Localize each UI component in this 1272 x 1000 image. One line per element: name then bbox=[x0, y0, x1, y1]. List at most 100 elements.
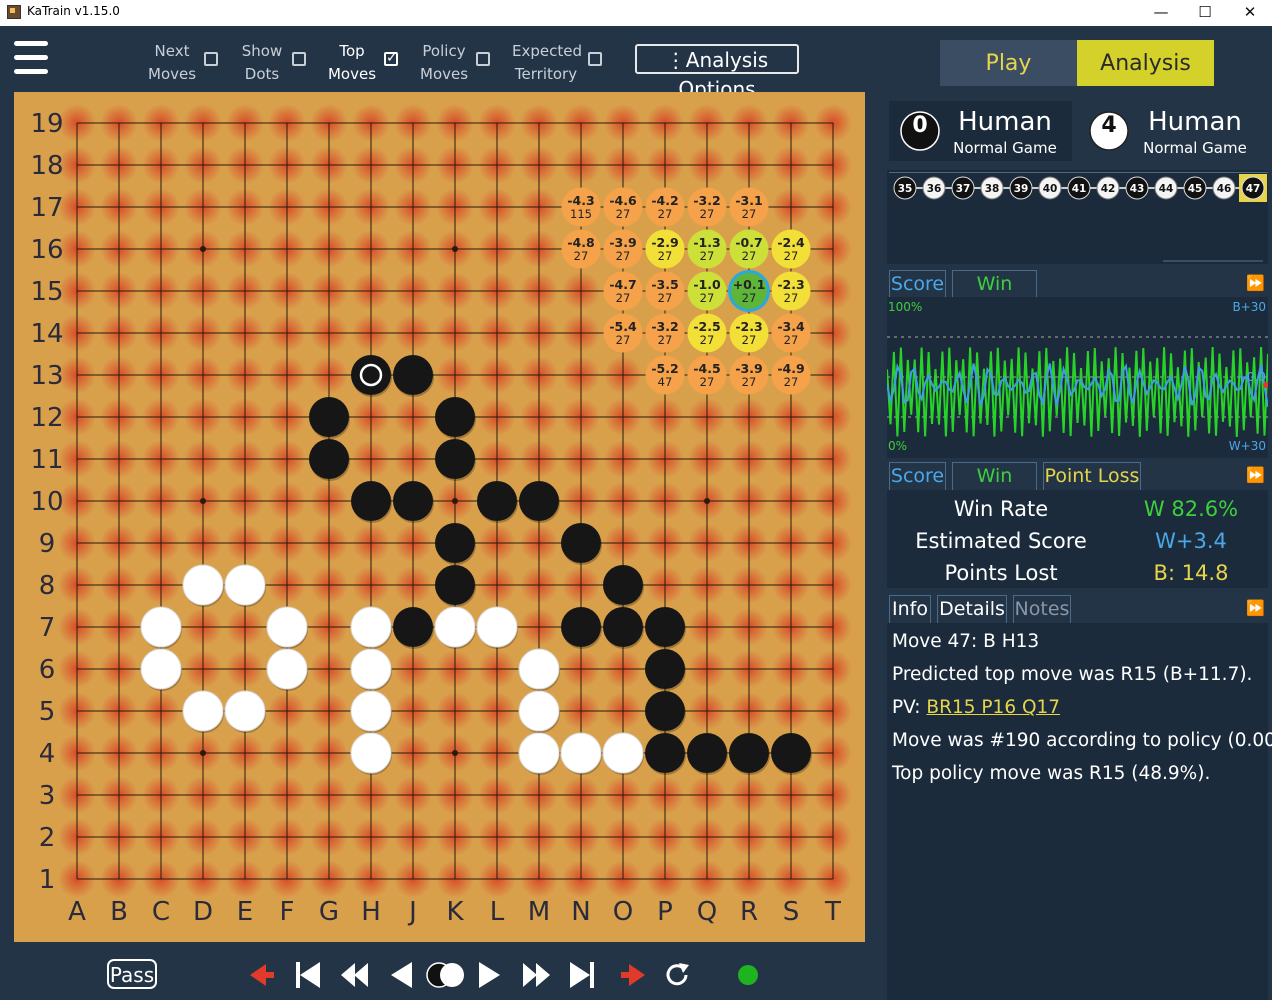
candidate-move-P14[interactable]: -3.227 bbox=[645, 313, 685, 353]
move-tree[interactable]: 35 36 37 38 39 40 41 42 43 44 45 46 47 bbox=[887, 170, 1268, 264]
graph-expand-icon[interactable]: ⏩ bbox=[1246, 274, 1265, 292]
white-stone-F6[interactable] bbox=[266, 648, 308, 690]
white-stone-D8[interactable] bbox=[182, 564, 224, 606]
candidate-move-P13[interactable]: -5.247 bbox=[645, 355, 685, 395]
turn-indicator-icon[interactable] bbox=[426, 962, 464, 988]
candidate-move-R16[interactable]: -0.727 bbox=[729, 229, 769, 269]
black-stone-K12[interactable] bbox=[435, 397, 475, 437]
go-board[interactable]: 19 18 17 16 15 14 13 12 11 10 9 8 7 6 5 4 3 2 1 A B C D E F G H J K L… bbox=[14, 92, 865, 942]
white-stone-N4[interactable] bbox=[560, 732, 602, 774]
black-stone-J10[interactable] bbox=[393, 481, 433, 521]
black-stone-J7[interactable] bbox=[393, 607, 433, 647]
candidate-move-O14[interactable]: -5.427 bbox=[603, 313, 643, 353]
candidate-move-O16[interactable]: -3.927 bbox=[603, 229, 643, 269]
toggle-policy-moves-label[interactable]: Policy Moves bbox=[420, 40, 468, 86]
white-stone-F7[interactable] bbox=[266, 606, 308, 648]
graph-tab-score[interactable]: Score bbox=[889, 270, 946, 297]
candidate-move-Q14[interactable]: -2.527 bbox=[687, 313, 727, 353]
candidate-move-S14[interactable]: -3.427 bbox=[771, 313, 811, 353]
black-stone-K9[interactable] bbox=[435, 523, 475, 563]
analysis-options-button[interactable]: ⋮Analysis Options bbox=[635, 44, 799, 101]
show-dots-checkbox[interactable] bbox=[292, 52, 306, 66]
forward-1-icon[interactable] bbox=[479, 962, 500, 988]
white-stone-D5[interactable] bbox=[182, 690, 224, 732]
candidate-move-P15[interactable]: -3.527 bbox=[645, 271, 685, 311]
candidate-move-O15[interactable]: -4.727 bbox=[603, 271, 643, 311]
top-moves-checkbox[interactable]: ✓ bbox=[384, 51, 398, 66]
forward-10-icon[interactable] bbox=[523, 963, 550, 987]
graph-tab-winrate[interactable]: Win Rate bbox=[952, 270, 1037, 321]
stats-expand-icon[interactable]: ⏩ bbox=[1246, 466, 1265, 484]
graph-canvas[interactable] bbox=[886, 297, 1269, 458]
candidate-move-O17[interactable]: -4.627 bbox=[603, 187, 643, 227]
expected-territory-checkbox[interactable] bbox=[588, 52, 602, 66]
candidate-move-S16[interactable]: -2.427 bbox=[771, 229, 811, 269]
black-stone-N9[interactable] bbox=[561, 523, 601, 563]
black-stone-H13[interactable] bbox=[351, 355, 391, 395]
candidate-move-S15[interactable]: -2.327 bbox=[771, 271, 811, 311]
black-stone-K8[interactable] bbox=[435, 565, 475, 605]
white-stone-K7[interactable] bbox=[434, 606, 476, 648]
candidate-move-P16[interactable]: -2.927 bbox=[645, 229, 685, 269]
white-stone-H7[interactable] bbox=[350, 606, 392, 648]
white-stone-E5[interactable] bbox=[224, 690, 266, 732]
toggle-show-dots-label[interactable]: Show Dots bbox=[240, 40, 284, 86]
last-move-icon[interactable] bbox=[570, 962, 594, 988]
candidate-move-Q13[interactable]: -4.527 bbox=[687, 355, 727, 395]
white-stone-M4[interactable] bbox=[518, 732, 560, 774]
candidate-move-R15[interactable]: +0.127 bbox=[728, 270, 770, 312]
black-stone-O8[interactable] bbox=[603, 565, 643, 605]
info-tab-details[interactable]: Details bbox=[937, 595, 1007, 623]
minimize-button[interactable]: — bbox=[1138, 0, 1184, 26]
black-stone-R4[interactable] bbox=[729, 733, 769, 773]
analysis-mode-button[interactable]: Analysis bbox=[1077, 40, 1214, 86]
toggle-top-moves-label[interactable]: Top Moves bbox=[327, 40, 377, 86]
candidate-move-P17[interactable]: -4.227 bbox=[645, 187, 685, 227]
move-tree-canvas[interactable]: 35 36 37 38 39 40 41 42 43 44 45 46 47 bbox=[887, 170, 1268, 210]
black-stone-G11[interactable] bbox=[309, 439, 349, 479]
black-stone-P7[interactable] bbox=[645, 607, 685, 647]
menu-hamburger-icon[interactable] bbox=[14, 41, 48, 75]
candidate-move-N17[interactable]: -4.3115 bbox=[561, 187, 601, 227]
toggle-expected-territory-label[interactable]: Expected Territory bbox=[512, 40, 582, 86]
close-button[interactable]: ✕ bbox=[1227, 0, 1272, 26]
back-1-icon[interactable] bbox=[391, 962, 412, 988]
black-stone-P4[interactable] bbox=[645, 733, 685, 773]
stats-tab-score[interactable]: Score bbox=[889, 462, 946, 490]
play-mode-button[interactable]: Play bbox=[940, 40, 1077, 86]
candidate-move-Q17[interactable]: -3.227 bbox=[687, 187, 727, 227]
next-moves-checkbox[interactable] bbox=[204, 52, 218, 66]
white-stone-M6[interactable] bbox=[518, 648, 560, 690]
white-stone-H4[interactable] bbox=[350, 732, 392, 774]
info-expand-icon[interactable]: ⏩ bbox=[1246, 599, 1265, 617]
black-stone-H10[interactable] bbox=[351, 481, 391, 521]
back-10-icon[interactable] bbox=[341, 963, 368, 987]
candidate-move-R17[interactable]: -3.127 bbox=[729, 187, 769, 227]
black-stone-G12[interactable] bbox=[309, 397, 349, 437]
black-stone-P5[interactable] bbox=[645, 691, 685, 731]
black-stone-M10[interactable] bbox=[519, 481, 559, 521]
candidate-move-R13[interactable]: -3.927 bbox=[729, 355, 769, 395]
white-stone-L7[interactable] bbox=[476, 606, 518, 648]
white-stone-H6[interactable] bbox=[350, 648, 392, 690]
black-stone-S4[interactable] bbox=[771, 733, 811, 773]
white-stone-O4[interactable] bbox=[602, 732, 644, 774]
policy-moves-checkbox[interactable] bbox=[476, 52, 490, 66]
black-stone-J13[interactable] bbox=[393, 355, 433, 395]
white-stone-E8[interactable] bbox=[224, 564, 266, 606]
black-stone-Q4[interactable] bbox=[687, 733, 727, 773]
candidate-move-Q15[interactable]: -1.027 bbox=[687, 271, 727, 311]
candidate-move-Q16[interactable]: -1.327 bbox=[687, 229, 727, 269]
black-stone-N7[interactable] bbox=[561, 607, 601, 647]
next-mistake-icon[interactable] bbox=[621, 964, 645, 986]
prev-mistake-icon[interactable] bbox=[250, 964, 274, 986]
rotate-icon[interactable] bbox=[666, 963, 689, 986]
info-tab-info[interactable]: Info bbox=[889, 595, 931, 623]
black-stone-K11[interactable] bbox=[435, 439, 475, 479]
maximize-button[interactable]: ☐ bbox=[1182, 0, 1228, 26]
black-stone-O7[interactable] bbox=[603, 607, 643, 647]
info-tab-notes[interactable]: Notes bbox=[1013, 595, 1071, 623]
stats-tab-winrate[interactable]: Win Rate bbox=[952, 462, 1037, 513]
white-stone-M5[interactable] bbox=[518, 690, 560, 732]
stats-tab-point-loss[interactable]: Point Loss bbox=[1043, 462, 1141, 490]
